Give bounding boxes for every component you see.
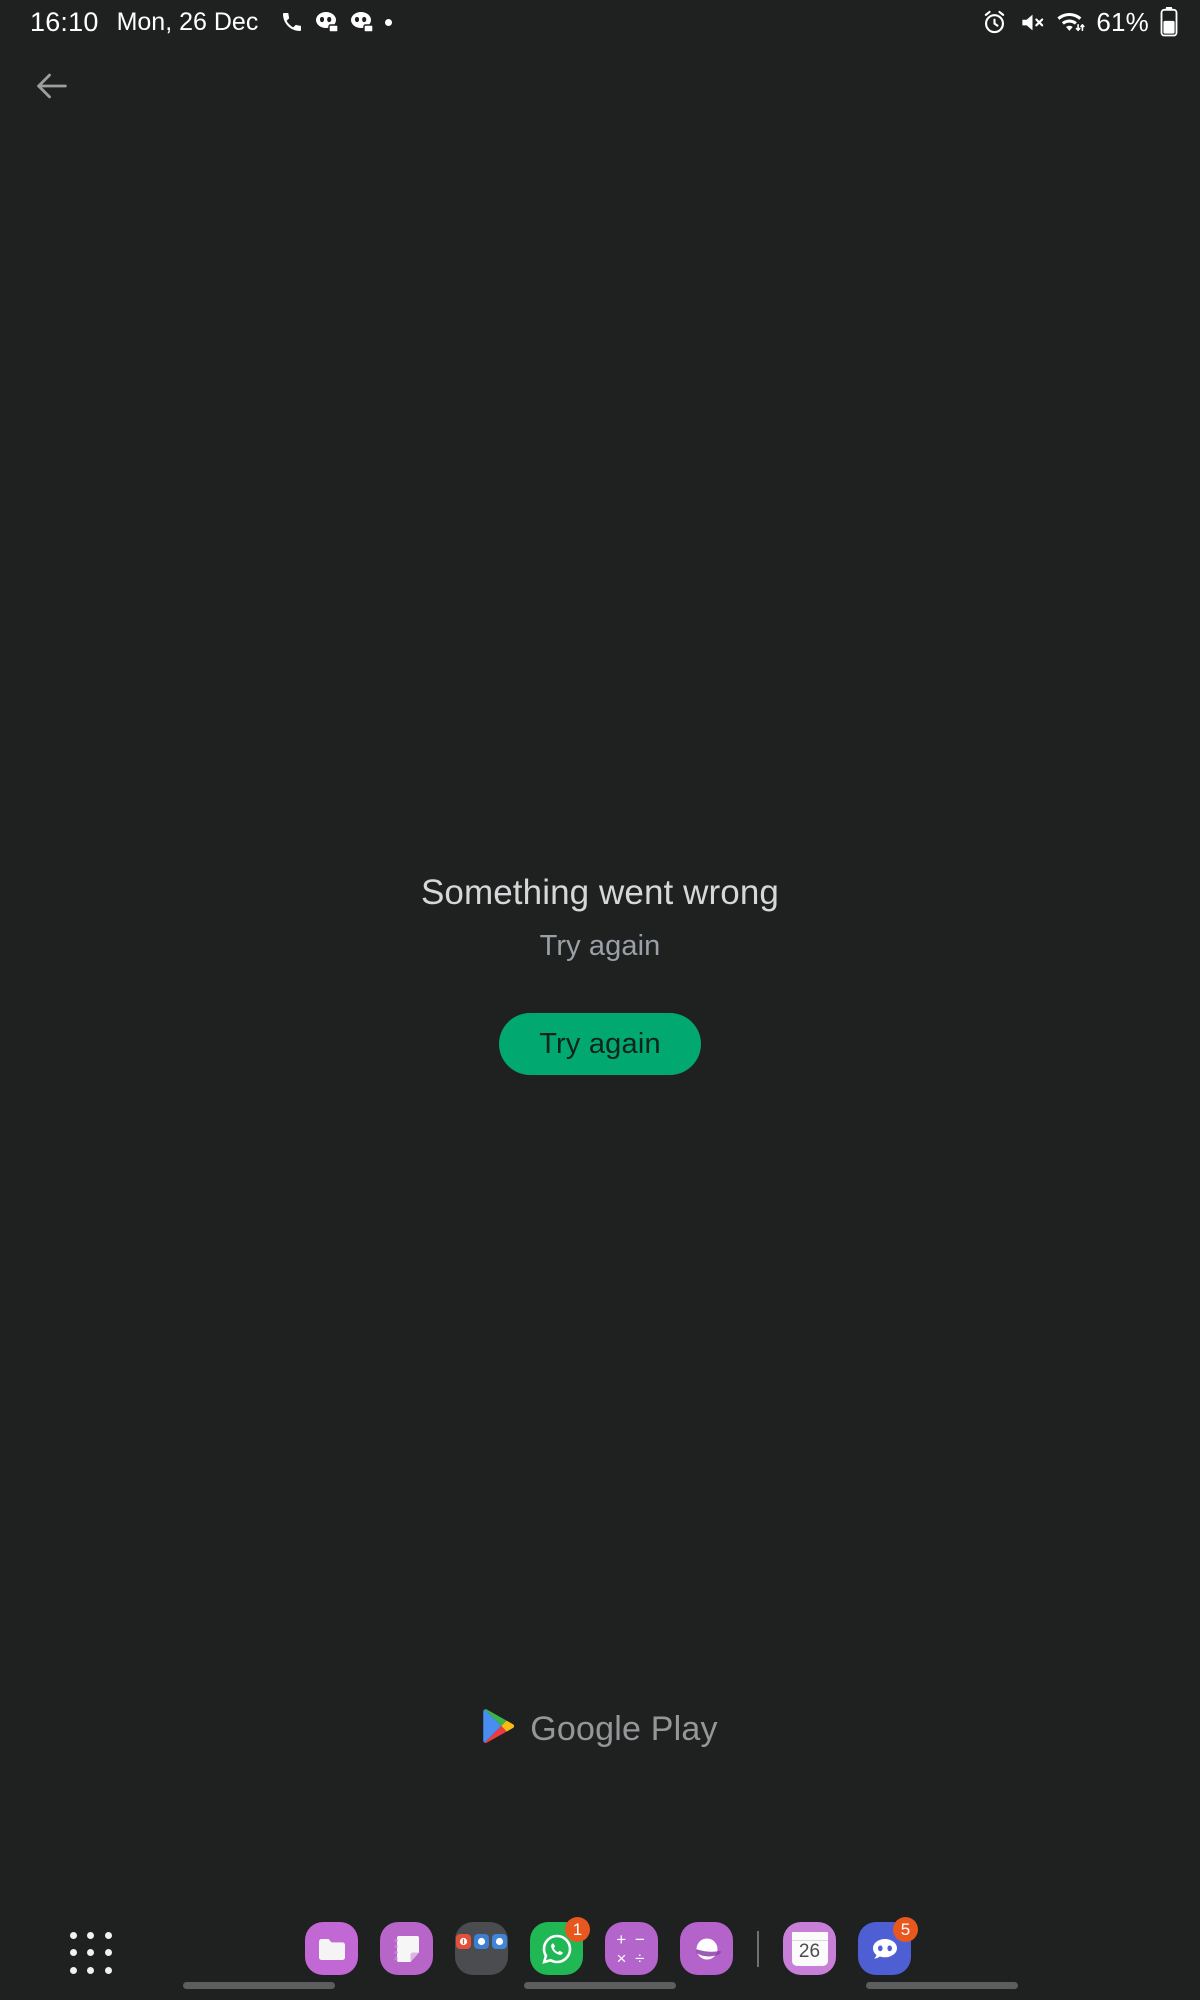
taskbar: 1 + − × ÷ 26 5 [0, 1917, 1200, 1984]
gesture-bar-right[interactable] [866, 1982, 1018, 1989]
calculator-glyphs: + − × ÷ [616, 1930, 647, 1968]
status-bar: 16:10 Mon, 26 Dec 61% [0, 0, 1200, 44]
battery-percent-label: 61% [1096, 6, 1149, 37]
dock-item-files[interactable] [305, 1922, 358, 1975]
alarm-icon [981, 9, 1008, 36]
calculator-glyphs-bottom: × ÷ [616, 1948, 647, 1968]
app-drawer-dot [105, 1967, 113, 1975]
whatsapp-badge: 1 [565, 1917, 590, 1942]
app-drawer-dot [69, 1931, 77, 1939]
mini-app-icon [492, 1934, 507, 1949]
volume-muted-icon [1019, 9, 1046, 36]
calculator-icon: + − × ÷ [605, 1922, 658, 1975]
calendar-day-number: 26 [791, 1931, 828, 1966]
error-title: Something went wrong [420, 873, 780, 912]
google-play-branding: Google Play [0, 1708, 1200, 1750]
app-drawer-dot [105, 1949, 113, 1957]
app-drawer-button[interactable] [68, 1930, 114, 1976]
dot-indicator-icon [385, 18, 393, 26]
google-play-label: Google Play [530, 1709, 718, 1748]
error-subtitle: Try again [539, 930, 661, 962]
retry-button-container: Try again [0, 1013, 1200, 1075]
status-bar-left: 16:10 Mon, 26 Dec [30, 6, 393, 38]
folder-icon [305, 1922, 358, 1975]
browser-icon [680, 1922, 733, 1975]
dock-item-discord[interactable]: 5 [858, 1917, 918, 1975]
mini-app-icon [456, 1934, 471, 1949]
wifi-icon [1057, 9, 1085, 36]
folder-group-icon [455, 1922, 508, 1975]
dock-item-browser[interactable] [680, 1922, 733, 1975]
gesture-bars [0, 1982, 1200, 1990]
app-drawer-dot [87, 1967, 95, 1975]
discord-notification-icon [350, 11, 375, 33]
battery-icon [1160, 7, 1178, 37]
try-again-button[interactable]: Try again [499, 1013, 701, 1075]
dock-item-calculator[interactable]: + − × ÷ [605, 1922, 658, 1975]
dock-item-app-folder[interactable] [455, 1922, 508, 1975]
google-play-logo-icon [482, 1708, 515, 1750]
calendar-icon: 26 [783, 1922, 836, 1975]
status-notification-icons [280, 10, 393, 34]
app-drawer-dot [105, 1931, 113, 1939]
back-button[interactable] [22, 58, 82, 118]
discord-notification-icon [315, 11, 340, 33]
discord-badge: 5 [893, 1917, 918, 1942]
app-drawer-dot [69, 1967, 77, 1975]
back-arrow-icon [32, 66, 72, 111]
phone-icon [280, 10, 304, 34]
dock-item-whatsapp[interactable]: 1 [530, 1917, 590, 1975]
gesture-bar-center[interactable] [524, 1982, 676, 1989]
folder-mini-icons [456, 1934, 507, 1949]
status-bar-right: 61% [981, 7, 1178, 38]
status-date: Mon, 26 Dec [116, 7, 259, 36]
error-message-block: Something went wrong Try again [0, 872, 1200, 963]
mini-app-icon [474, 1934, 489, 1949]
gesture-bar-left[interactable] [183, 1982, 335, 1989]
dock-item-notes[interactable] [380, 1922, 433, 1975]
app-drawer-dot [87, 1931, 95, 1939]
status-clock: 16:10 [30, 6, 99, 37]
calculator-glyphs-top: + − [616, 1929, 647, 1949]
dock: 1 + − × ÷ 26 5 [305, 1917, 918, 1975]
app-drawer-dot [87, 1949, 95, 1957]
notes-icon [380, 1922, 433, 1975]
dock-divider [757, 1930, 759, 1967]
dock-item-calendar[interactable]: 26 [783, 1922, 836, 1975]
app-drawer-dot [69, 1949, 77, 1957]
